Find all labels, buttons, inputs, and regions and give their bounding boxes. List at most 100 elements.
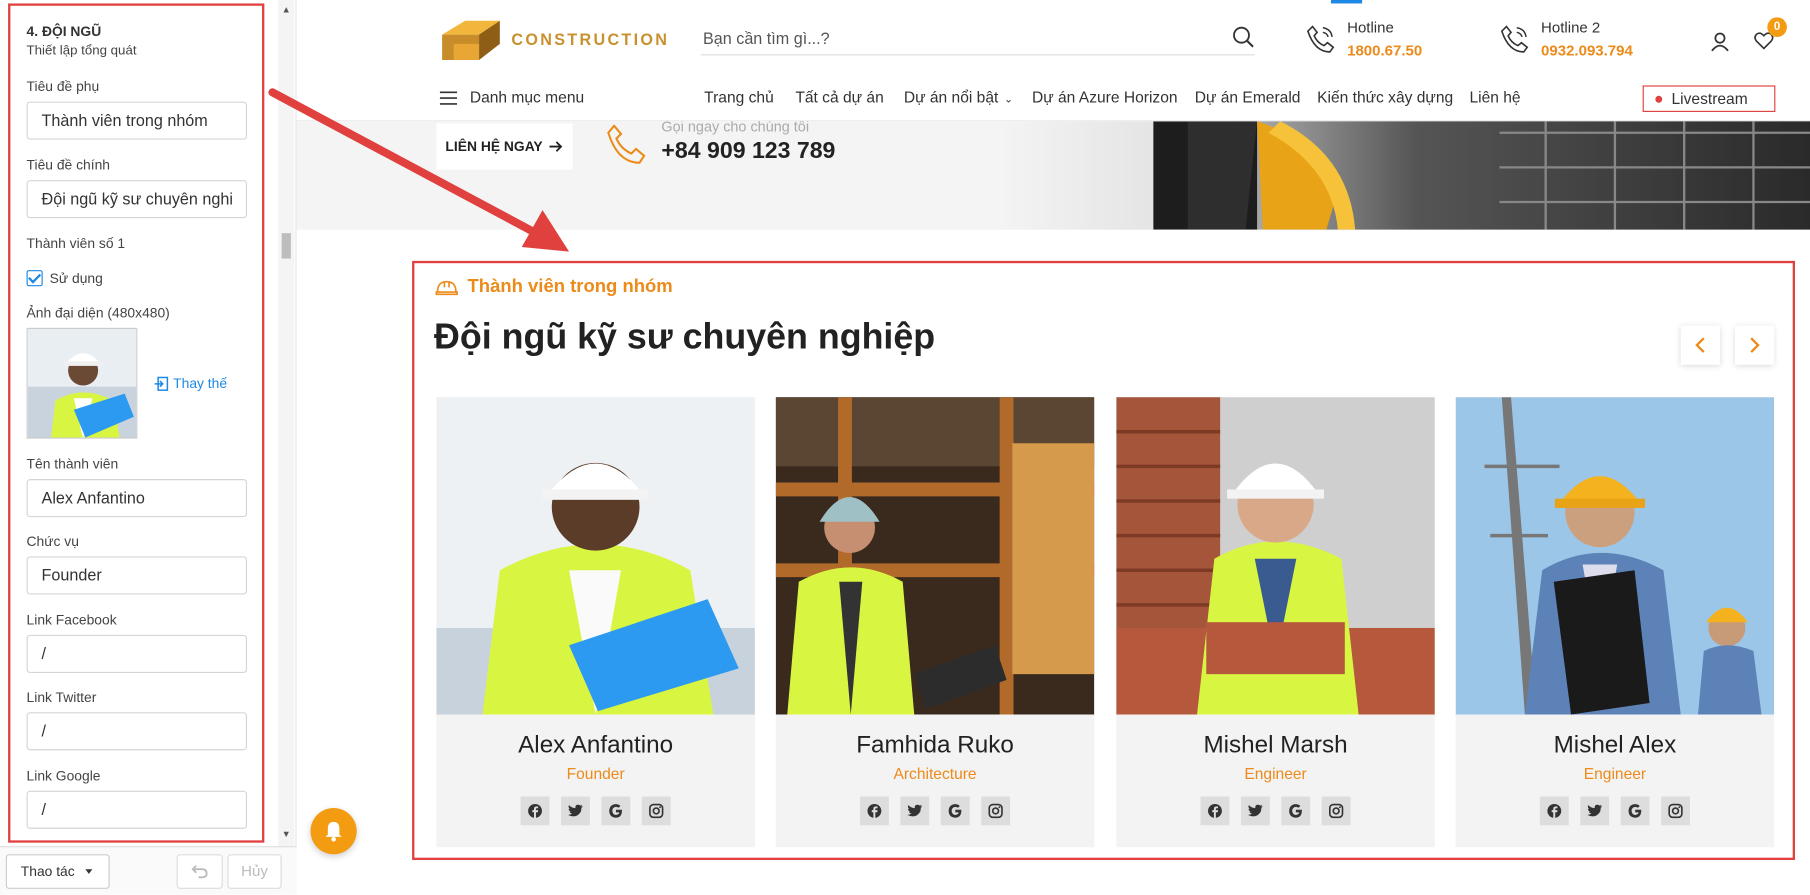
twitter-icon[interactable] (900, 796, 930, 826)
hotline-1-number[interactable]: 1800.67.50 (1347, 42, 1422, 59)
use-checkbox-label: Sử dụng (49, 270, 103, 287)
nav-item-emerald[interactable]: Dự án Emerald (1195, 89, 1301, 106)
replace-icon (154, 376, 169, 391)
hotline-1-label: Hotline (1347, 18, 1394, 36)
carousel-prev-button[interactable] (1680, 325, 1720, 365)
section-subtitle: Thiết lập tổng quát (26, 43, 137, 58)
wishlist-count-badge: 0 (1767, 17, 1787, 37)
google-input[interactable]: / (26, 790, 248, 829)
member-name: Mishel Marsh (1203, 731, 1348, 759)
user-icon[interactable] (1710, 31, 1731, 52)
search-bar[interactable]: Bạn cần tìm gì...? (700, 21, 1255, 56)
facebook-icon[interactable] (1200, 796, 1230, 826)
phone-icon (1306, 24, 1335, 53)
hotline-1[interactable]: Hotline 1800.67.50 (1303, 18, 1422, 59)
facebook-input[interactable]: / (26, 634, 248, 673)
team-member-card[interactable]: Famhida Ruko Architecture (775, 397, 1095, 848)
main-title-input[interactable]: Đội ngũ kỹ sư chuyên nghi (26, 180, 248, 219)
nav-item-azure-horizon[interactable]: Dự án Azure Horizon (1032, 89, 1178, 106)
nav-item-featured-label: Dự án nổi bật (903, 88, 999, 107)
instagram-icon[interactable] (641, 796, 671, 826)
nav-item-knowledge[interactable]: Kiến thức xây dựng (1317, 89, 1453, 106)
facebook-label: Link Facebook (26, 611, 117, 628)
carousel-next-button[interactable] (1734, 325, 1775, 365)
team-member-card[interactable]: Alex Anfantino Founder (436, 397, 755, 848)
logo-text: CONSTRUCTION (511, 30, 670, 49)
main-title-label: Tiêu đề chính (26, 156, 110, 174)
google-icon[interactable] (940, 796, 970, 826)
member-socials (1116, 796, 1435, 826)
member-role: Engineer (1583, 765, 1647, 783)
site-logo[interactable]: CONSTRUCTION (440, 16, 669, 62)
member-photo (775, 397, 1095, 715)
twitter-icon[interactable] (561, 796, 590, 826)
use-checkbox[interactable] (26, 270, 43, 287)
twitter-icon[interactable] (1240, 796, 1270, 826)
member-role: Architecture (893, 765, 977, 783)
member-role: Founder (566, 765, 625, 783)
undo-button[interactable] (176, 854, 223, 889)
top-indicator (1330, 0, 1363, 4)
search-input[interactable]: Bạn cần tìm gì...? (703, 29, 830, 47)
member-socials (776, 796, 1095, 826)
caret-down-icon (85, 869, 93, 874)
subtitle-input[interactable]: Thành viên trong nhóm (26, 101, 248, 140)
phone-icon (1500, 24, 1529, 53)
member-photo (436, 397, 755, 715)
chevron-left-icon (1695, 337, 1705, 353)
hotline-2[interactable]: Hotline 2 0932.093.794 (1497, 18, 1633, 59)
member-photo (1116, 397, 1435, 715)
member-label: Thành viên số 1 (26, 235, 126, 252)
twitter-label: Link Twitter (26, 689, 97, 706)
team-subtitle: Thành viên trong nhóm (435, 277, 673, 298)
bell-icon (325, 821, 342, 842)
banner-fade (997, 121, 1159, 230)
member-name-input[interactable]: Alex Anfantino (26, 479, 248, 518)
member-name: Alex Anfantino (518, 731, 674, 759)
member-socials (436, 796, 755, 826)
nav-item-featured[interactable]: Dự án nổi bật ⌄ (904, 89, 1013, 106)
phone-icon (607, 124, 646, 164)
avatar-thumbnail[interactable] (26, 327, 138, 439)
edit-panel: 4. ĐỘI NGŨ Thiết lập tổng quát Tiêu đề p… (0, 0, 297, 895)
scroll-down-icon[interactable]: ▼ (282, 829, 291, 839)
action-dropdown[interactable]: Thao tác (5, 854, 110, 889)
section-title: 4. ĐỘI NGŨ (26, 23, 102, 40)
facebook-icon[interactable] (1539, 796, 1569, 826)
google-icon[interactable] (1620, 796, 1650, 826)
position-label: Chức vụ (26, 533, 79, 550)
search-icon[interactable] (1232, 25, 1255, 48)
scroll-up-icon[interactable]: ▲ (282, 5, 291, 15)
nav-item-home[interactable]: Trang chủ (704, 89, 774, 106)
facebook-icon[interactable] (859, 796, 889, 826)
member-name: Mishel Alex (1553, 731, 1677, 759)
call-us-label: Gọi ngay cho chúng tôi (661, 121, 810, 136)
twitter-icon[interactable] (1580, 796, 1610, 826)
cancel-button[interactable]: Hủy (227, 854, 282, 889)
member-socials (1456, 796, 1775, 826)
hotline-2-number[interactable]: 0932.093.794 (1541, 42, 1633, 59)
nav-item-all-projects[interactable]: Tất cả dự án (795, 89, 883, 106)
team-member-card[interactable]: Mishel Marsh Engineer (1116, 397, 1435, 848)
livestream-label: Livestream (1671, 90, 1748, 108)
member-name: Famhida Ruko (856, 731, 1014, 759)
google-icon[interactable] (1281, 796, 1311, 826)
livestream-button[interactable]: Livestream (1642, 85, 1776, 112)
banner-image (1153, 121, 1810, 230)
subtitle-label: Tiêu đề phụ (26, 78, 100, 95)
google-label: Link Google (26, 767, 101, 784)
google-icon[interactable] (601, 796, 631, 826)
twitter-input[interactable]: / (26, 712, 248, 751)
notification-bell-button[interactable] (310, 808, 357, 855)
facebook-icon[interactable] (520, 796, 550, 826)
replace-image-button[interactable]: Thay thế (154, 375, 227, 391)
position-input[interactable]: Founder (26, 556, 248, 595)
team-member-card[interactable]: Mishel Alex Engineer (1455, 397, 1775, 848)
team-title: Đội ngũ kỹ sư chuyên nghiệp (434, 316, 936, 357)
nav-item-contact[interactable]: Liên hệ (1469, 89, 1520, 106)
instagram-icon[interactable] (1661, 796, 1690, 826)
call-us-number[interactable]: +84 909 123 789 (661, 139, 835, 166)
member-photo (1455, 397, 1775, 715)
instagram-icon[interactable] (1321, 796, 1351, 826)
instagram-icon[interactable] (981, 796, 1011, 826)
